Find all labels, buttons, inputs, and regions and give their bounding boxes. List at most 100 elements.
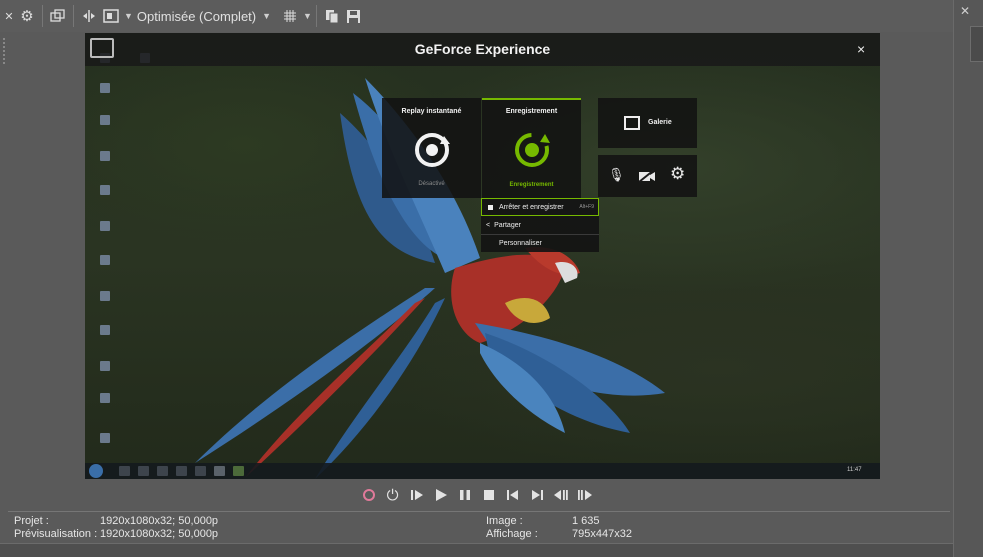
desktop-icon <box>85 325 125 337</box>
gfe-header: GeForce Experience × <box>85 33 880 66</box>
record-panel[interactable]: Enregistrement Enregistrement <box>482 98 581 198</box>
taskbar-app[interactable] <box>119 466 130 476</box>
taskbar-app[interactable] <box>138 466 149 476</box>
menu-item-label: Partager <box>494 221 521 229</box>
microphone-icon[interactable]: 🎙 <box>608 167 625 183</box>
panel-grip[interactable] <box>3 38 6 64</box>
desktop-icon <box>85 221 125 233</box>
start-button-icon[interactable] <box>89 464 103 478</box>
preview-value: 1920x1080x32; 50,000p <box>100 528 219 540</box>
next-marker-icon[interactable] <box>576 485 593 505</box>
record-icon[interactable] <box>360 485 377 505</box>
desktop-icon <box>85 115 125 127</box>
toolbar-separator <box>315 5 317 27</box>
record-active-icon <box>515 133 550 167</box>
quality-dropdown[interactable]: Optimisée (Complet) <box>133 9 260 24</box>
app-icon <box>100 325 110 335</box>
taskbar-app[interactable] <box>214 466 225 476</box>
menu-item-label: Personnaliser <box>499 240 542 247</box>
menu-shortcut: Alt+F9 <box>579 204 594 210</box>
gallery-icon <box>624 116 640 130</box>
overlay-dropdown-icon[interactable]: ▼ <box>124 11 133 21</box>
image-value: 1 635 <box>572 515 600 527</box>
preview-label: Prévisualisation : <box>14 528 98 540</box>
preview-window-icon[interactable] <box>47 4 69 28</box>
divider <box>8 511 950 512</box>
app-icon <box>100 151 110 161</box>
taskbar-app[interactable] <box>233 466 244 476</box>
stop-icon <box>488 204 493 210</box>
toolbar-separator <box>73 5 74 27</box>
app-icon <box>100 83 110 93</box>
desktop-icon <box>85 393 125 405</box>
app-icon <box>100 221 110 231</box>
desktop-icon <box>85 433 125 445</box>
quality-dropdown-chevron-icon[interactable]: ▼ <box>262 11 271 21</box>
app-icon <box>100 361 110 371</box>
dock-tab[interactable] <box>970 26 983 62</box>
gear-icon[interactable]: ⚙ <box>16 4 38 28</box>
overlay-icon[interactable] <box>100 4 122 28</box>
loop-icon[interactable]: ⏻ <box>384 485 401 505</box>
stop-icon[interactable] <box>480 485 497 505</box>
copy-icon[interactable] <box>321 4 343 28</box>
video-preview: GeForce Experience × Replay instantané D… <box>85 33 880 479</box>
taskbar-app[interactable] <box>195 466 206 476</box>
bottom-scrollbar[interactable] <box>0 543 953 557</box>
record-menu: Arrêter et enregistrer Alt+F9 < Partager… <box>481 198 599 252</box>
pause-icon[interactable] <box>456 485 473 505</box>
project-value: 1920x1080x32; 50,000p <box>100 515 219 527</box>
desktop-icon <box>85 83 125 95</box>
replay-icon <box>415 133 450 167</box>
app-icon <box>100 185 110 195</box>
play-icon[interactable] <box>432 485 449 505</box>
project-label: Projet : <box>14 515 49 527</box>
gallery-panel[interactable]: Galerie <box>598 98 697 148</box>
replay-title: Replay instantané <box>401 108 462 115</box>
close-icon[interactable]: ✕ <box>960 4 970 18</box>
taskbar-app[interactable] <box>176 466 187 476</box>
app-icon <box>100 291 110 301</box>
desktop-icon <box>85 151 125 163</box>
share-icon: < <box>486 221 491 229</box>
desktop-icon <box>85 361 125 373</box>
display-label: Affichage : <box>486 528 538 540</box>
menu-item-customize[interactable]: Personnaliser <box>481 234 599 252</box>
record-title: Enregistrement <box>505 108 558 115</box>
taskbar-clock: 11:47 <box>847 467 862 473</box>
close-icon[interactable]: ✕ <box>2 4 16 28</box>
preview-toolbar: ✕ ⚙ ▼ Optimisée (Complet) ▼ ▼ <box>0 0 983 32</box>
toolbar-separator <box>42 5 43 27</box>
grid-dropdown-icon[interactable]: ▼ <box>303 11 312 21</box>
taskbar-app[interactable] <box>157 466 168 476</box>
menu-item-share[interactable]: < Partager <box>481 216 599 234</box>
record-status: Enregistrement <box>509 182 554 188</box>
close-icon[interactable]: × <box>857 41 865 57</box>
settings-icon[interactable]: ⚙ <box>670 164 685 184</box>
quick-actions-panel: 🎙 ⚙ <box>598 155 697 197</box>
desktop-icon <box>85 255 125 267</box>
app-icon <box>100 393 110 403</box>
play-from-start-icon[interactable] <box>408 485 425 505</box>
next-frame-icon[interactable] <box>528 485 545 505</box>
replay-status: Désactivé <box>418 181 445 187</box>
camera-off-icon[interactable] <box>638 169 656 183</box>
app-icon <box>100 255 110 265</box>
app-icon <box>100 115 110 125</box>
previous-marker-icon[interactable] <box>552 485 569 505</box>
split-screen-icon[interactable] <box>78 4 100 28</box>
display-value: 795x447x32 <box>572 528 632 540</box>
replay-panel[interactable]: Replay instantané Désactivé <box>382 98 481 198</box>
save-icon[interactable] <box>343 4 365 28</box>
gallery-label: Galerie <box>648 119 672 126</box>
desktop-icon <box>85 291 125 303</box>
transport-controls: ⏻ <box>360 484 593 506</box>
windows-taskbar: 11:47 <box>85 463 880 479</box>
menu-item-stop-save[interactable]: Arrêter et enregistrer Alt+F9 <box>481 198 599 216</box>
right-dock-panel: ✕ <box>953 0 983 557</box>
gfe-title: GeForce Experience <box>414 41 551 57</box>
previous-frame-icon[interactable] <box>504 485 521 505</box>
grid-icon[interactable] <box>279 4 301 28</box>
image-label: Image : <box>486 515 523 527</box>
app-icon <box>100 433 110 443</box>
